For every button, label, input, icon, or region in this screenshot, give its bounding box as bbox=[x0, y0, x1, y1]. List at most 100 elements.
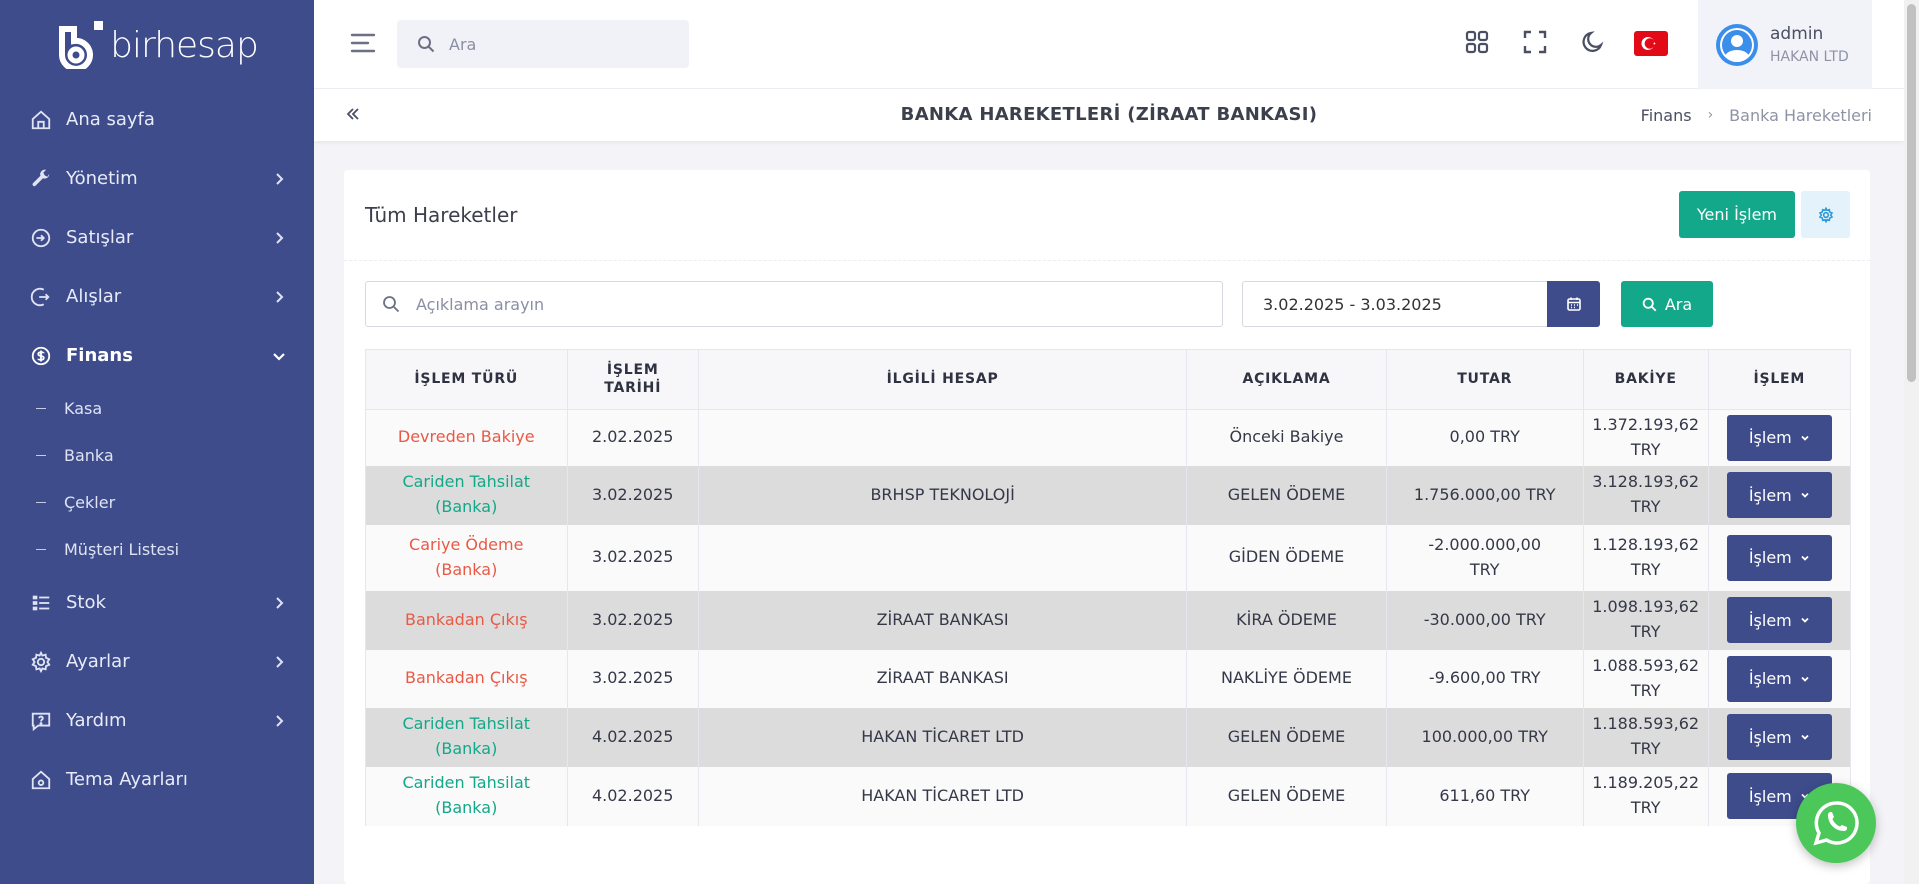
cell-type-line2: (Banka) bbox=[435, 559, 498, 579]
apps-grid-icon[interactable] bbox=[1464, 29, 1490, 55]
scrollbar-thumb[interactable] bbox=[1907, 4, 1916, 382]
cell-description: KİRA ÖDEME bbox=[1186, 590, 1387, 650]
cell-type-line1: Bankadan Çıkış bbox=[404, 668, 528, 688]
cell-balance: 1.128.193,62 TRY bbox=[1582, 524, 1709, 591]
cell-balance-line1: 1.128.193,62 TRY bbox=[1592, 534, 1700, 579]
gear-icon bbox=[1818, 206, 1833, 223]
date-range-input[interactable]: 3.02.2025 - 3.03.2025 bbox=[1242, 281, 1547, 327]
cell-balance-line1: 3.128.193,62 TRY bbox=[1592, 472, 1700, 516]
chevron-down-icon bbox=[1801, 492, 1809, 498]
sidebar-item-satislar[interactable]: Satışlar bbox=[0, 208, 314, 267]
column-header-description[interactable]: AÇIKLAMA bbox=[1186, 349, 1387, 410]
row-action-dropdown-button[interactable]: İşlem bbox=[1726, 414, 1832, 461]
dollar-circle-icon bbox=[28, 343, 54, 369]
row-action-dropdown-button[interactable]: İşlem bbox=[1726, 534, 1832, 581]
user-company: HAKAN LTD bbox=[1770, 49, 1849, 65]
dark-mode-moon-icon[interactable] bbox=[1580, 29, 1606, 55]
sidebar-subitem-kasa[interactable]: Kasa bbox=[0, 385, 314, 432]
cell-date: 3.02.2025 bbox=[566, 524, 699, 591]
turkish-flag-icon[interactable] bbox=[1634, 31, 1668, 56]
cell-amount-line1: 611,60 TRY bbox=[1439, 785, 1531, 805]
calendar-icon bbox=[1566, 297, 1581, 311]
sidebar-subitem-label: Banka bbox=[64, 446, 114, 465]
sidebar-item-ayarlar[interactable]: Ayarlar bbox=[0, 632, 314, 691]
sidebar-item-label: Ayarlar bbox=[66, 651, 130, 672]
cell-date: 3.02.2025 bbox=[566, 465, 699, 525]
cell-account: BRHSP TEKNOLOJİ bbox=[697, 465, 1188, 525]
sidebar-item-alislar[interactable]: Alışlar bbox=[0, 267, 314, 326]
row-action-label: İşlem bbox=[1748, 669, 1792, 688]
sidebar-nav: Ana sayfa Yönetim Satışlar Alışlar Finan… bbox=[0, 90, 314, 809]
cell-type-line1: Cariden Tahsilat bbox=[402, 773, 531, 793]
cell-type-line1: Cariye Ödeme bbox=[409, 534, 524, 554]
sidebar-item-finans[interactable]: Finans bbox=[0, 326, 314, 385]
cell-description: GELEN ÖDEME bbox=[1186, 766, 1387, 826]
column-header-amount[interactable]: TUTAR bbox=[1385, 349, 1584, 410]
sidebar-item-label: Ana sayfa bbox=[66, 109, 155, 130]
breadcrumb-current: Banka Hareketleri bbox=[1729, 105, 1872, 125]
table-row: Bankadan Çıkış 3.02.2025 ZİRAAT BANKASI NAK… bbox=[365, 649, 1852, 708]
cell-amount: 1.756.000,00 TRY bbox=[1385, 465, 1584, 525]
sidebar-item-label: Stok bbox=[66, 592, 106, 613]
sidebar-item-tema-ayarlari[interactable]: Tema Ayarları bbox=[0, 750, 314, 809]
sidebar-item-stok[interactable]: Stok bbox=[0, 573, 314, 632]
table-header-row: İŞLEM TÜRÜ İŞLEM TARİHİ İLGİLİ HESAP AÇIK… bbox=[365, 349, 1852, 410]
sidebar-item-ana-sayfa[interactable]: Ana sayfa bbox=[0, 90, 314, 149]
chevron-down-icon bbox=[1801, 734, 1809, 740]
cell-date: 3.02.2025 bbox=[566, 649, 699, 708]
sidebar-item-label: Tema Ayarları bbox=[66, 769, 188, 790]
whatsapp-chat-button[interactable] bbox=[1796, 783, 1876, 863]
cell-type-line1: Cariden Tahsilat bbox=[402, 714, 531, 734]
column-header-date-line1: İŞLEM bbox=[606, 362, 659, 378]
cell-amount-line2: TRY bbox=[1469, 559, 1500, 579]
user-menu[interactable]: admin HAKAN LTD bbox=[1698, 0, 1872, 89]
row-action-dropdown-button[interactable]: İşlem bbox=[1726, 655, 1832, 702]
top-search-input[interactable] bbox=[449, 34, 669, 54]
column-header-account[interactable]: İLGİLİ HESAP bbox=[697, 349, 1188, 410]
cell-type-line2: (Banka) bbox=[435, 739, 498, 758]
sidebar-subitem-cekler[interactable]: Çekler bbox=[0, 479, 314, 526]
column-header-type[interactable]: İŞLEM TÜRÜ bbox=[365, 349, 568, 410]
cell-action: İşlem bbox=[1707, 409, 1852, 466]
sidebar-subitem-label: Çekler bbox=[64, 493, 116, 512]
sidebar-item-label: Finans bbox=[66, 345, 133, 366]
cell-amount-line1: 0,00 TRY bbox=[1449, 427, 1520, 447]
transactions-table: İŞLEM TÜRÜ İŞLEM TARİHİ İLGİLİ HESAP AÇIK… bbox=[365, 349, 1852, 826]
sign-out-icon bbox=[28, 284, 54, 310]
row-action-label: İşlem bbox=[1748, 610, 1792, 630]
hamburger-menu-icon[interactable] bbox=[350, 32, 376, 54]
home-icon bbox=[28, 107, 54, 133]
table-row: Cariye Ödeme (Banka) 3.02.2025 GİDEN ÖDEME -… bbox=[365, 524, 1852, 591]
chevron-right-icon bbox=[276, 172, 284, 185]
breadcrumb-parent[interactable]: Finans bbox=[1641, 106, 1692, 125]
dash-icon bbox=[36, 454, 46, 457]
cell-amount: -30.000,00 TRY bbox=[1385, 590, 1584, 650]
cell-type-line2: (Banka) bbox=[435, 497, 498, 516]
sidebar-item-yonetim[interactable]: Yönetim bbox=[0, 149, 314, 208]
fullscreen-icon[interactable] bbox=[1522, 29, 1548, 55]
table-row: Bankadan Çıkış 3.02.2025 ZİRAAT BANKASI KİR… bbox=[365, 590, 1852, 650]
cell-action: İşlem bbox=[1707, 465, 1852, 525]
row-action-label: İşlem bbox=[1748, 485, 1792, 505]
row-action-dropdown-button[interactable]: İşlem bbox=[1726, 472, 1832, 518]
brand-logo[interactable]: birhesap bbox=[0, 0, 314, 90]
table-row: Cariden Tahsilat (Banka) 4.02.2025 HAKAN Tİ… bbox=[365, 707, 1852, 767]
sidebar-item-yardim[interactable]: Yardım bbox=[0, 691, 314, 750]
sidebar-subitem-musteri-listesi[interactable]: Müşteri Listesi bbox=[0, 526, 314, 573]
calendar-button[interactable] bbox=[1547, 281, 1600, 327]
new-transaction-button[interactable]: Yeni İşlem bbox=[1678, 191, 1795, 238]
cell-transaction-type: Cariye Ödeme (Banka) bbox=[365, 524, 568, 591]
column-header-balance[interactable]: BAKİYE bbox=[1582, 349, 1709, 410]
settings-button[interactable] bbox=[1801, 191, 1850, 238]
help-icon bbox=[28, 708, 54, 734]
row-action-dropdown-button[interactable]: İşlem bbox=[1726, 714, 1832, 760]
row-action-dropdown-button[interactable]: İşlem bbox=[1726, 597, 1832, 643]
description-search-input[interactable] bbox=[416, 294, 1196, 314]
column-header-date[interactable]: İŞLEM TARİHİ bbox=[566, 349, 699, 410]
transactions-card: Tüm Hareketler Yeni İşlem 3.02.2025 - 3.… bbox=[344, 170, 1870, 884]
page-scrollbar[interactable] bbox=[1904, 0, 1919, 884]
filter-row: 3.02.2025 - 3.03.2025 Ara bbox=[365, 281, 1855, 329]
sidebar: birhesap Ana sayfa Yönetim Satışlar Alış… bbox=[0, 0, 314, 884]
sidebar-subitem-banka[interactable]: Banka bbox=[0, 432, 314, 479]
search-button[interactable]: Ara bbox=[1621, 281, 1713, 327]
